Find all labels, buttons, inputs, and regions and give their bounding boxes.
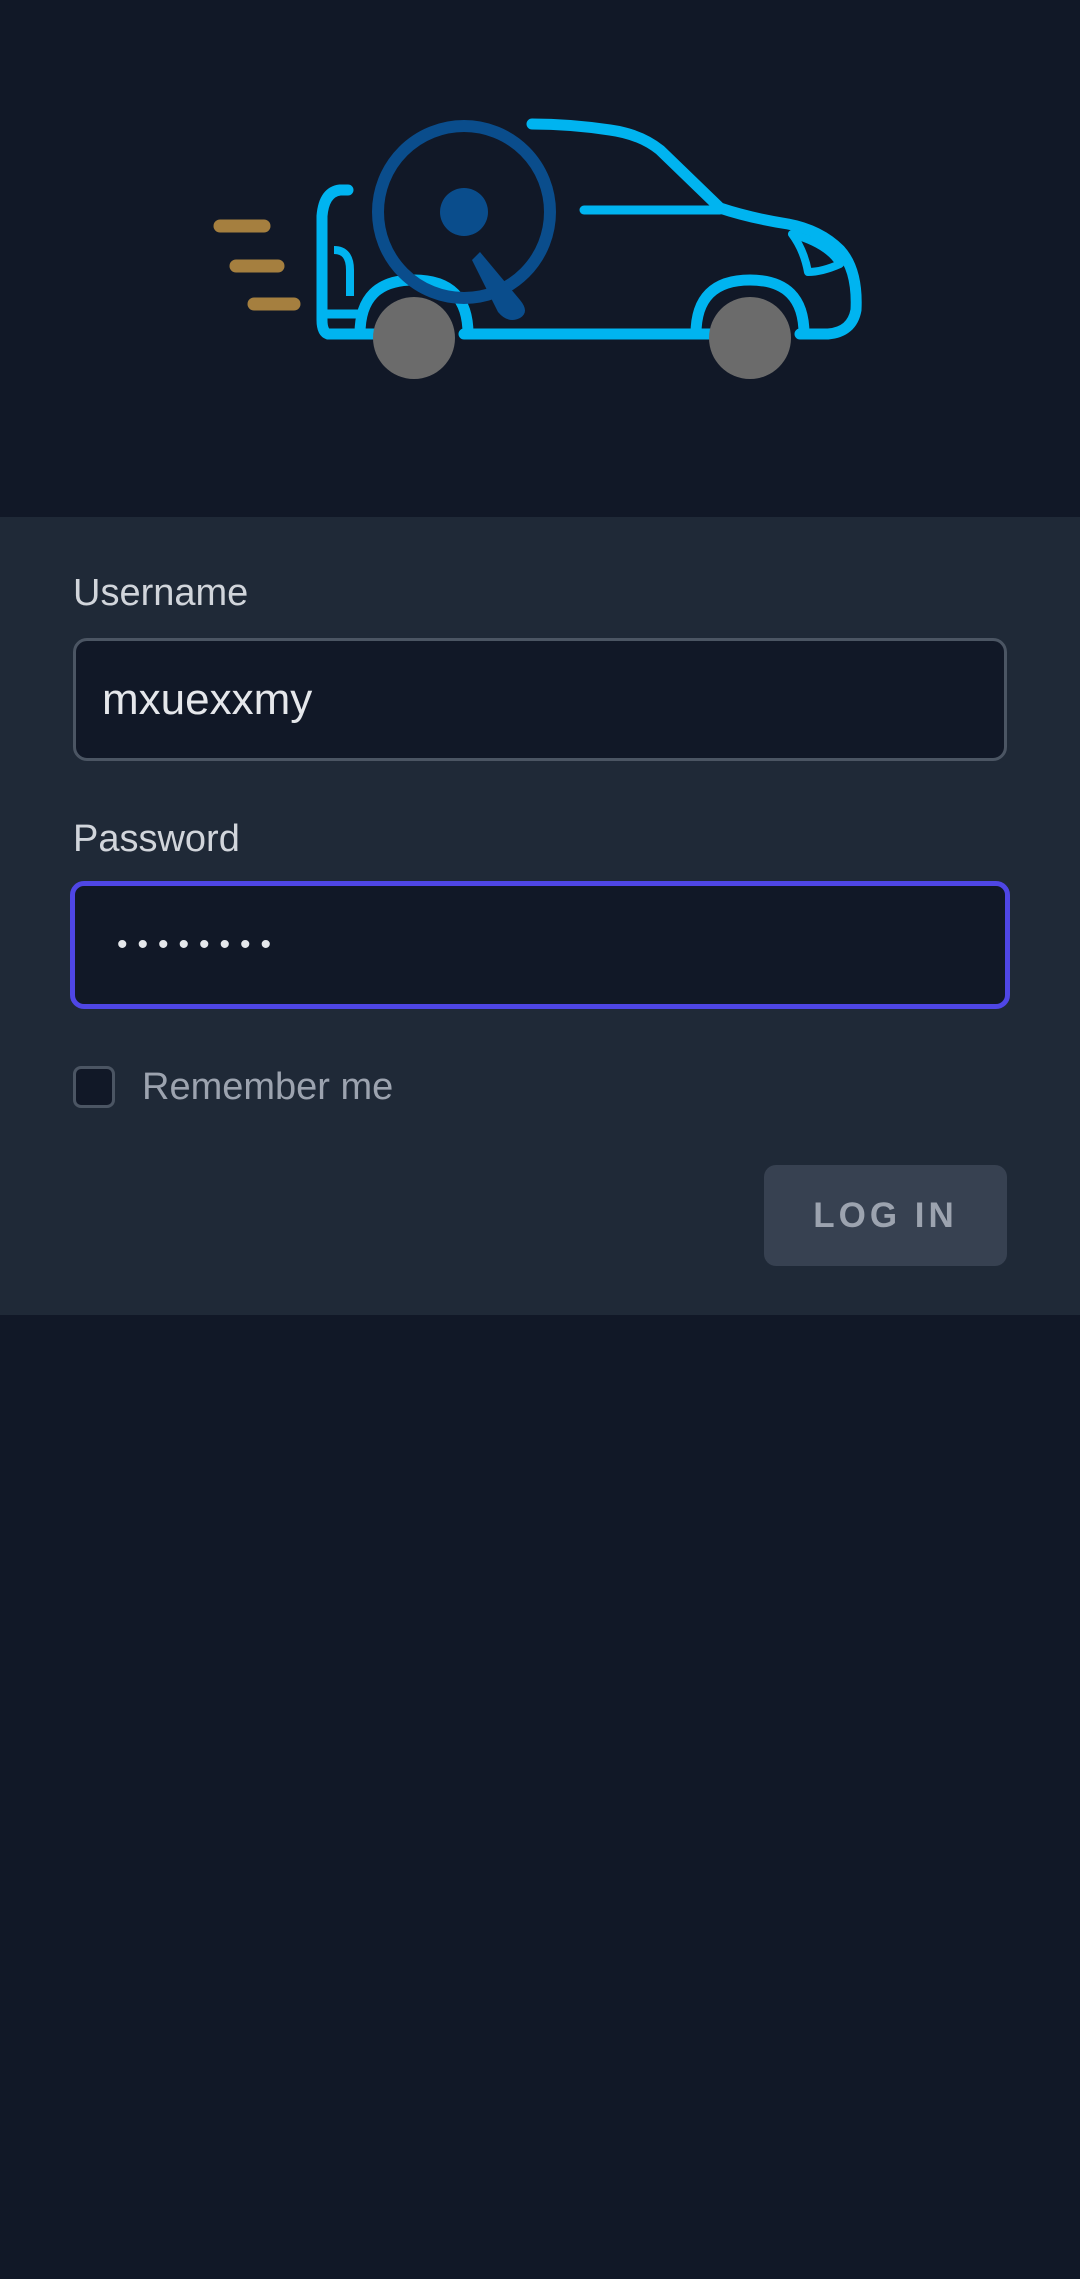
- remember-me-row[interactable]: Remember me: [73, 1063, 393, 1111]
- username-label: Username: [73, 572, 249, 614]
- remember-me-checkbox[interactable]: [73, 1066, 115, 1108]
- car-speed-logo-icon: [213, 118, 862, 379]
- logo-header: [0, 0, 1080, 517]
- password-label: Password: [73, 818, 240, 860]
- remember-me-label[interactable]: Remember me: [142, 1066, 393, 1109]
- password-input[interactable]: [70, 881, 1010, 1009]
- speed-lines-icon: [213, 219, 301, 311]
- login-page: Username Password Remember me LOG IN: [0, 0, 1080, 2279]
- username-input[interactable]: [73, 638, 1007, 761]
- login-button[interactable]: LOG IN: [764, 1165, 1007, 1266]
